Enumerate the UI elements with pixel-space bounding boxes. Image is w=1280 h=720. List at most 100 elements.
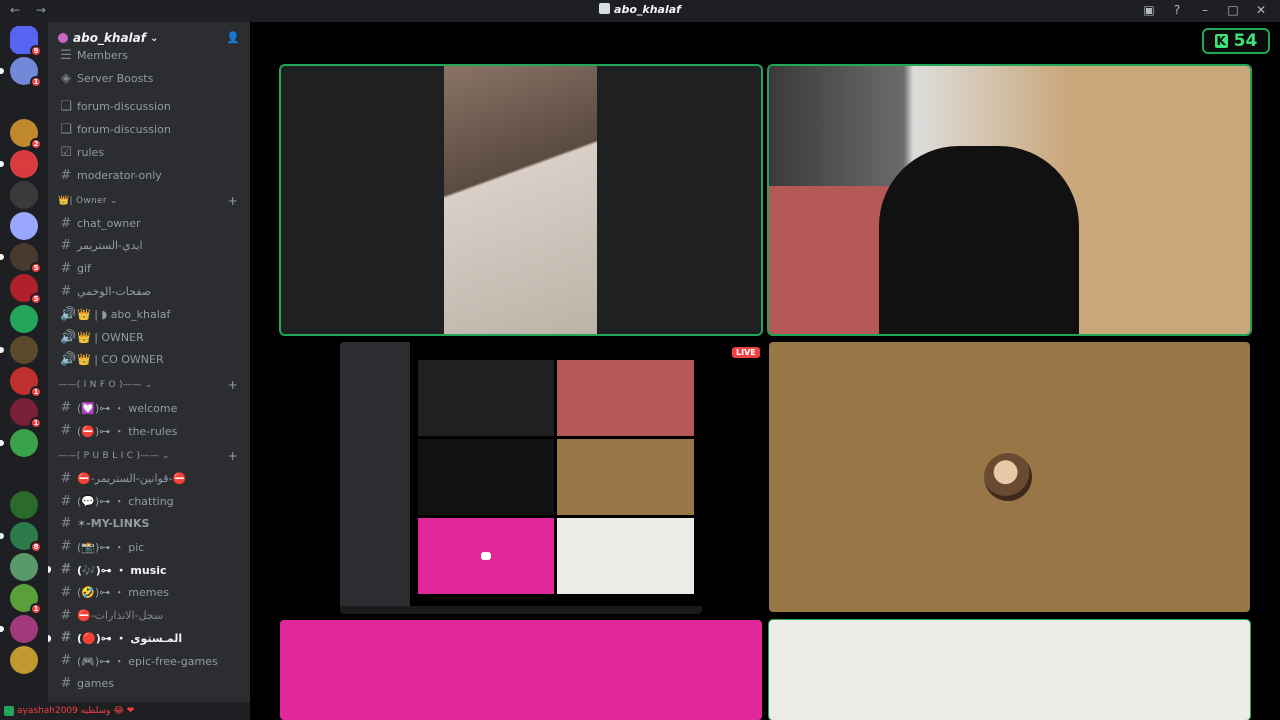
- channel-item[interactable]: # ⛔-سجل-الانذارات: [48, 604, 250, 627]
- channel-item[interactable]: # chat_owner: [48, 212, 250, 235]
- channel-item[interactable]: ❏ forum-discussion: [48, 118, 250, 141]
- unread-indicator: [48, 634, 51, 642]
- server-icon[interactable]: [10, 305, 38, 333]
- channel-item[interactable]: # games: [48, 672, 250, 695]
- channel-category[interactable]: ——( I N F O )—— ⌄ +: [48, 374, 250, 396]
- add-channel-icon[interactable]: +: [228, 194, 238, 208]
- server-icon[interactable]: 5: [10, 274, 42, 305]
- server-icon[interactable]: 9: [10, 26, 42, 57]
- video-tile-camera-right[interactable]: [769, 66, 1250, 334]
- server-icon[interactable]: [0, 150, 38, 178]
- hash-icon: #: [60, 653, 72, 669]
- maximize-icon[interactable]: □: [1226, 3, 1240, 17]
- hash-icon: #: [60, 607, 72, 623]
- channel-label: (🔴)⊶ ・ المـستوى: [77, 631, 183, 645]
- close-icon[interactable]: ✕: [1254, 3, 1268, 17]
- channel-item[interactable]: # (💬)⊶ ・ chatting: [48, 490, 250, 513]
- rules-icon: ☑: [60, 145, 72, 161]
- server-icon[interactable]: [10, 88, 38, 116]
- speaker-icon: 🔊: [60, 352, 77, 368]
- chevron-down-icon: ⌄: [149, 32, 159, 44]
- channel-item[interactable]: ☑ rules: [48, 141, 250, 164]
- mention-badge: 5: [30, 293, 42, 305]
- screenshare-sidebar: [340, 342, 410, 614]
- invite-icon[interactable]: 👤: [226, 31, 240, 44]
- video-tile-light[interactable]: [769, 620, 1250, 720]
- channel-label: (📸)⊶ ・ pic: [77, 540, 145, 554]
- hash-icon: #: [60, 539, 72, 555]
- channel-item[interactable]: # moderator-only: [48, 164, 250, 187]
- server-icon[interactable]: [10, 646, 38, 674]
- mention-badge: 1: [30, 76, 42, 88]
- unread-indicator: [0, 440, 4, 446]
- server-icon[interactable]: 2: [10, 119, 42, 150]
- channel-category[interactable]: 👑| Owner ⌄ +: [48, 190, 250, 212]
- channel-item[interactable]: # (🤣)⊶ ・ memes: [48, 581, 250, 604]
- mention-badge: 1: [30, 603, 42, 615]
- mini-tile: [418, 360, 554, 436]
- window-title: abo_khalaf: [0, 3, 1280, 16]
- mention-badge: 1: [30, 417, 42, 429]
- video-tile-pink[interactable]: [280, 620, 762, 720]
- server-icon[interactable]: [10, 491, 38, 519]
- mini-tile: [557, 439, 694, 515]
- channel-item[interactable]: 🔊 👑 | CO OWNER: [48, 349, 250, 372]
- server-icon[interactable]: 1: [10, 584, 42, 615]
- server-icon[interactable]: [10, 212, 38, 240]
- hash-icon: #: [60, 400, 72, 416]
- channel-item[interactable]: # (🎮)⊶ ・ epic-free-games: [48, 649, 250, 672]
- server-icon[interactable]: 1: [0, 57, 42, 88]
- server-icon[interactable]: 5: [0, 243, 42, 274]
- server-icon[interactable]: [10, 460, 38, 488]
- add-channel-icon[interactable]: +: [228, 449, 238, 463]
- video-tile-camera-left[interactable]: [281, 66, 761, 334]
- channel-sidebar: abo_khalaf ⌄ 👤 ☰ Members ◈ Server Boosts ❏ fo…: [48, 22, 250, 720]
- server-icon[interactable]: [10, 181, 38, 209]
- server-icon[interactable]: [0, 429, 38, 457]
- video-tile-screenshare[interactable]: [340, 342, 702, 614]
- channel-item[interactable]: # صفحات-الوخمي: [48, 280, 250, 303]
- discord-logo-icon: [599, 3, 611, 14]
- channel-item[interactable]: # (⛔)⊶ ・ the-rules: [48, 419, 250, 442]
- category-label: 👑| Owner ⌄: [58, 195, 118, 206]
- channel-item[interactable]: ◈ Server Boosts: [48, 67, 250, 90]
- channel-item[interactable]: ☰ Members: [48, 44, 250, 67]
- server-icon: [58, 33, 68, 43]
- server-icon[interactable]: 1: [10, 367, 42, 398]
- user-strip: ayashah2009 وسلطيه 😂 ❤: [0, 702, 250, 720]
- mention-badge: 9: [30, 45, 42, 57]
- help-icon[interactable]: ?: [1170, 3, 1184, 17]
- channel-item[interactable]: # (📸)⊶ ・ pic: [48, 535, 250, 558]
- channel-item[interactable]: # ✶-MY-LINKS: [48, 513, 250, 536]
- category-label: ——( I N F O )—— ⌄: [58, 380, 153, 391]
- channel-item[interactable]: # ايدي-الستريمر: [48, 235, 250, 258]
- channel-label: (💟)⊶ ・ welcome: [77, 401, 178, 415]
- server-icon[interactable]: 1: [10, 398, 42, 429]
- channel-label: forum-discussion: [77, 100, 171, 114]
- channel-item[interactable]: # ⛔-قوانين-الستريمر-⛔: [48, 467, 250, 490]
- channel-item[interactable]: # (🎶)⊶ ・ music: [48, 558, 250, 581]
- channel-item[interactable]: # gif: [48, 257, 250, 280]
- add-channel-icon[interactable]: +: [228, 378, 238, 392]
- channel-label: (🎶)⊶ ・ music: [77, 563, 167, 577]
- inbox-icon[interactable]: ▣: [1142, 3, 1156, 17]
- hash-icon: #: [60, 261, 72, 277]
- channel-label: moderator-only: [77, 168, 162, 182]
- video-tile-avatar[interactable]: [769, 342, 1250, 612]
- minimize-icon[interactable]: –: [1198, 3, 1212, 17]
- channel-item[interactable]: # (💟)⊶ ・ welcome: [48, 396, 250, 419]
- server-icon[interactable]: [0, 336, 38, 364]
- server-icon[interactable]: 8: [0, 522, 42, 553]
- channel-item[interactable]: 🔊 👑 | OWNER: [48, 326, 250, 349]
- user-tag-icon: [4, 706, 14, 716]
- channel-category[interactable]: ——( P U B L I C )—— ⌄ +: [48, 445, 250, 467]
- channel-item[interactable]: ❏ forum-discussion: [48, 96, 250, 119]
- channel-label: (💬)⊶ ・ chatting: [77, 495, 174, 509]
- server-icon[interactable]: [10, 553, 38, 581]
- channel-label: (🤣)⊶ ・ memes: [77, 586, 169, 600]
- channel-label: صفحات-الوخمي: [77, 285, 152, 299]
- channel-item[interactable]: 🔊 👑 | ◗ abo_khalaf: [48, 303, 250, 326]
- channel-item[interactable]: # (🔴)⊶ ・ المـستوى: [48, 627, 250, 650]
- video-stage: K 54 LIVE: [250, 22, 1280, 720]
- server-icon[interactable]: [0, 615, 38, 643]
